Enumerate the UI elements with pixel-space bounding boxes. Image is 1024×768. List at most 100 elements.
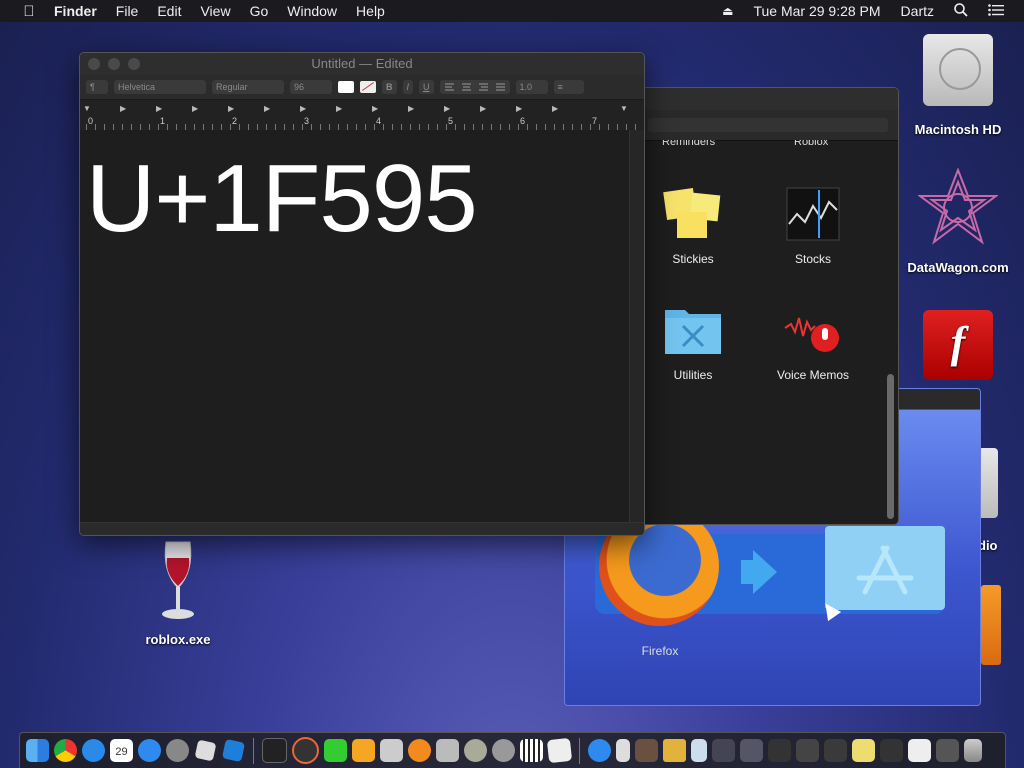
format-toolbar: ¶ Helvetica Regular 96 B I U 1.0 ≡ (80, 75, 644, 100)
safari-icon[interactable] (82, 739, 105, 762)
menu-file[interactable]: File (116, 3, 139, 19)
orange-app-icon (981, 585, 1001, 665)
applications-folder-icon[interactable] (825, 526, 945, 610)
underline-button[interactable]: U (419, 80, 434, 94)
menu-window[interactable]: Window (287, 3, 337, 19)
line-spacing-select[interactable]: 1.0 (515, 80, 548, 94)
console-icon[interactable] (740, 739, 763, 762)
window-bottom-bar (80, 522, 644, 535)
app-label-reminders: Reminders (662, 140, 716, 148)
screen-icon[interactable] (712, 739, 735, 762)
app-store-icon-2[interactable] (588, 739, 611, 762)
utilities-folder-icon (663, 300, 723, 360)
server-icon[interactable] (464, 739, 487, 762)
document-text[interactable]: U+1F595 (86, 144, 478, 254)
voice-memos-icon (783, 300, 843, 360)
document-scrollbar[interactable] (629, 130, 644, 525)
document-area[interactable]: U+1F595 (80, 130, 630, 525)
text-color-swatch[interactable] (338, 81, 354, 93)
app-utilities[interactable]: Utilities (644, 300, 748, 382)
calendar-icon[interactable]: 29 (110, 739, 133, 762)
finder-search-input[interactable] (648, 118, 888, 132)
screenshot-icon[interactable] (880, 739, 903, 762)
italic-button[interactable]: I (402, 80, 414, 94)
ruler[interactable]: ▼ ▶ ▶ ▶ ▶ ▶ ▶ ▶ ▶ ▶ ▶ ▶ ▶ ▶ ▼ 0 1 2 3 4 5 6 7 (80, 100, 644, 131)
app-stocks[interactable]: Stocks (758, 184, 868, 266)
desktop-icon-roblox-exe[interactable]: roblox.exe (128, 538, 228, 647)
menu-go[interactable]: Go (250, 3, 269, 19)
disk-utility-icon[interactable] (492, 739, 515, 762)
app-label: Utilities (673, 368, 713, 382)
font-family-select[interactable]: Helvetica (114, 80, 206, 94)
books-icon[interactable] (408, 739, 431, 762)
app-label: Voice Memos (776, 368, 850, 382)
desktop-icon-orange[interactable] (981, 585, 1001, 665)
desktop-icon-datawagon[interactable]: DataWagon.com (898, 167, 1018, 275)
flash-player-icon: f (923, 310, 993, 380)
trash-icon[interactable] (964, 739, 982, 762)
mail-icon[interactable] (908, 739, 931, 762)
finder-scrollbar[interactable] (887, 374, 894, 519)
menu-clock[interactable]: Tue Mar 29 9:28 PM (753, 3, 880, 19)
window-icon[interactable] (824, 739, 847, 762)
menu-user[interactable]: Dartz (901, 3, 934, 19)
spotlight-search-icon[interactable] (954, 2, 968, 20)
font-size-select[interactable]: 96 (290, 80, 332, 94)
finder-title-bar (644, 88, 898, 110)
monitor-icon[interactable] (768, 739, 791, 762)
menu-app-name[interactable]: Finder (54, 3, 97, 19)
close-button[interactable] (88, 58, 100, 70)
downloads-icon[interactable] (936, 739, 959, 762)
eject-icon[interactable]: ⏏ (722, 4, 733, 18)
background-color-swatch[interactable] (360, 81, 376, 93)
arrow-right-icon (753, 550, 777, 594)
menu-bar:  Finder File Edit View Go Window Help ⏏… (0, 0, 1024, 22)
menu-help[interactable]: Help (356, 3, 385, 19)
terminal-icon[interactable] (262, 738, 287, 763)
bold-button[interactable]: B (382, 80, 397, 94)
display-icon[interactable] (796, 739, 819, 762)
preview-icon[interactable] (691, 739, 707, 762)
chrome-icon[interactable] (54, 739, 77, 762)
menu-view[interactable]: View (200, 3, 230, 19)
desktop-icon-macintosh-hd[interactable]: Macintosh HD (908, 34, 1008, 137)
roblox-icon[interactable] (194, 739, 217, 762)
finder-search-bar (644, 110, 898, 141)
stickies-icon[interactable] (852, 739, 875, 762)
piano-icon[interactable] (520, 739, 543, 762)
stickies-icon (663, 184, 723, 244)
list-bullets-icon[interactable]: ≡ (553, 80, 584, 94)
notification-center-icon[interactable] (988, 3, 1004, 19)
home-icon[interactable] (352, 739, 375, 762)
desktop-icon-drive[interactable]: dio (978, 448, 1022, 553)
facetime-icon[interactable] (324, 739, 347, 762)
paragraph-style-select[interactable]: ¶ (86, 80, 108, 94)
app-voice-memos[interactable]: Voice Memos (758, 300, 868, 382)
folder-icon[interactable] (663, 739, 686, 762)
alignment-buttons[interactable] (439, 80, 510, 94)
ai-icon[interactable] (292, 737, 319, 764)
desktop-icon-flash[interactable]: f (915, 310, 1024, 380)
system-preferences-icon[interactable] (166, 739, 189, 762)
minimize-button[interactable] (108, 58, 120, 70)
drive-icon (978, 448, 998, 518)
apple-icon[interactable]:  (20, 3, 38, 20)
app-stickies[interactable]: Stickies (644, 184, 748, 266)
app-label: Stickies (672, 252, 714, 266)
font-style-select[interactable]: Regular (212, 80, 284, 94)
dock: 29 (19, 732, 1006, 768)
menu-edit[interactable]: Edit (157, 3, 181, 19)
document-icon[interactable] (616, 739, 630, 762)
notes-icon[interactable] (436, 739, 459, 762)
window-title: Untitled — Edited (311, 56, 413, 71)
grapher-icon[interactable] (635, 739, 658, 762)
textedit-title-bar[interactable]: Untitled — Edited (80, 53, 644, 75)
datawagon-icon (916, 167, 1000, 248)
roblox-studio-icon[interactable] (221, 738, 246, 763)
desktop-icon-label: DataWagon.com (907, 260, 1009, 275)
finder-icon[interactable] (26, 739, 49, 762)
zoom-button[interactable] (128, 58, 140, 70)
app-store-icon[interactable] (138, 739, 161, 762)
textedit-icon[interactable] (546, 737, 573, 764)
script-editor-icon[interactable] (380, 739, 403, 762)
